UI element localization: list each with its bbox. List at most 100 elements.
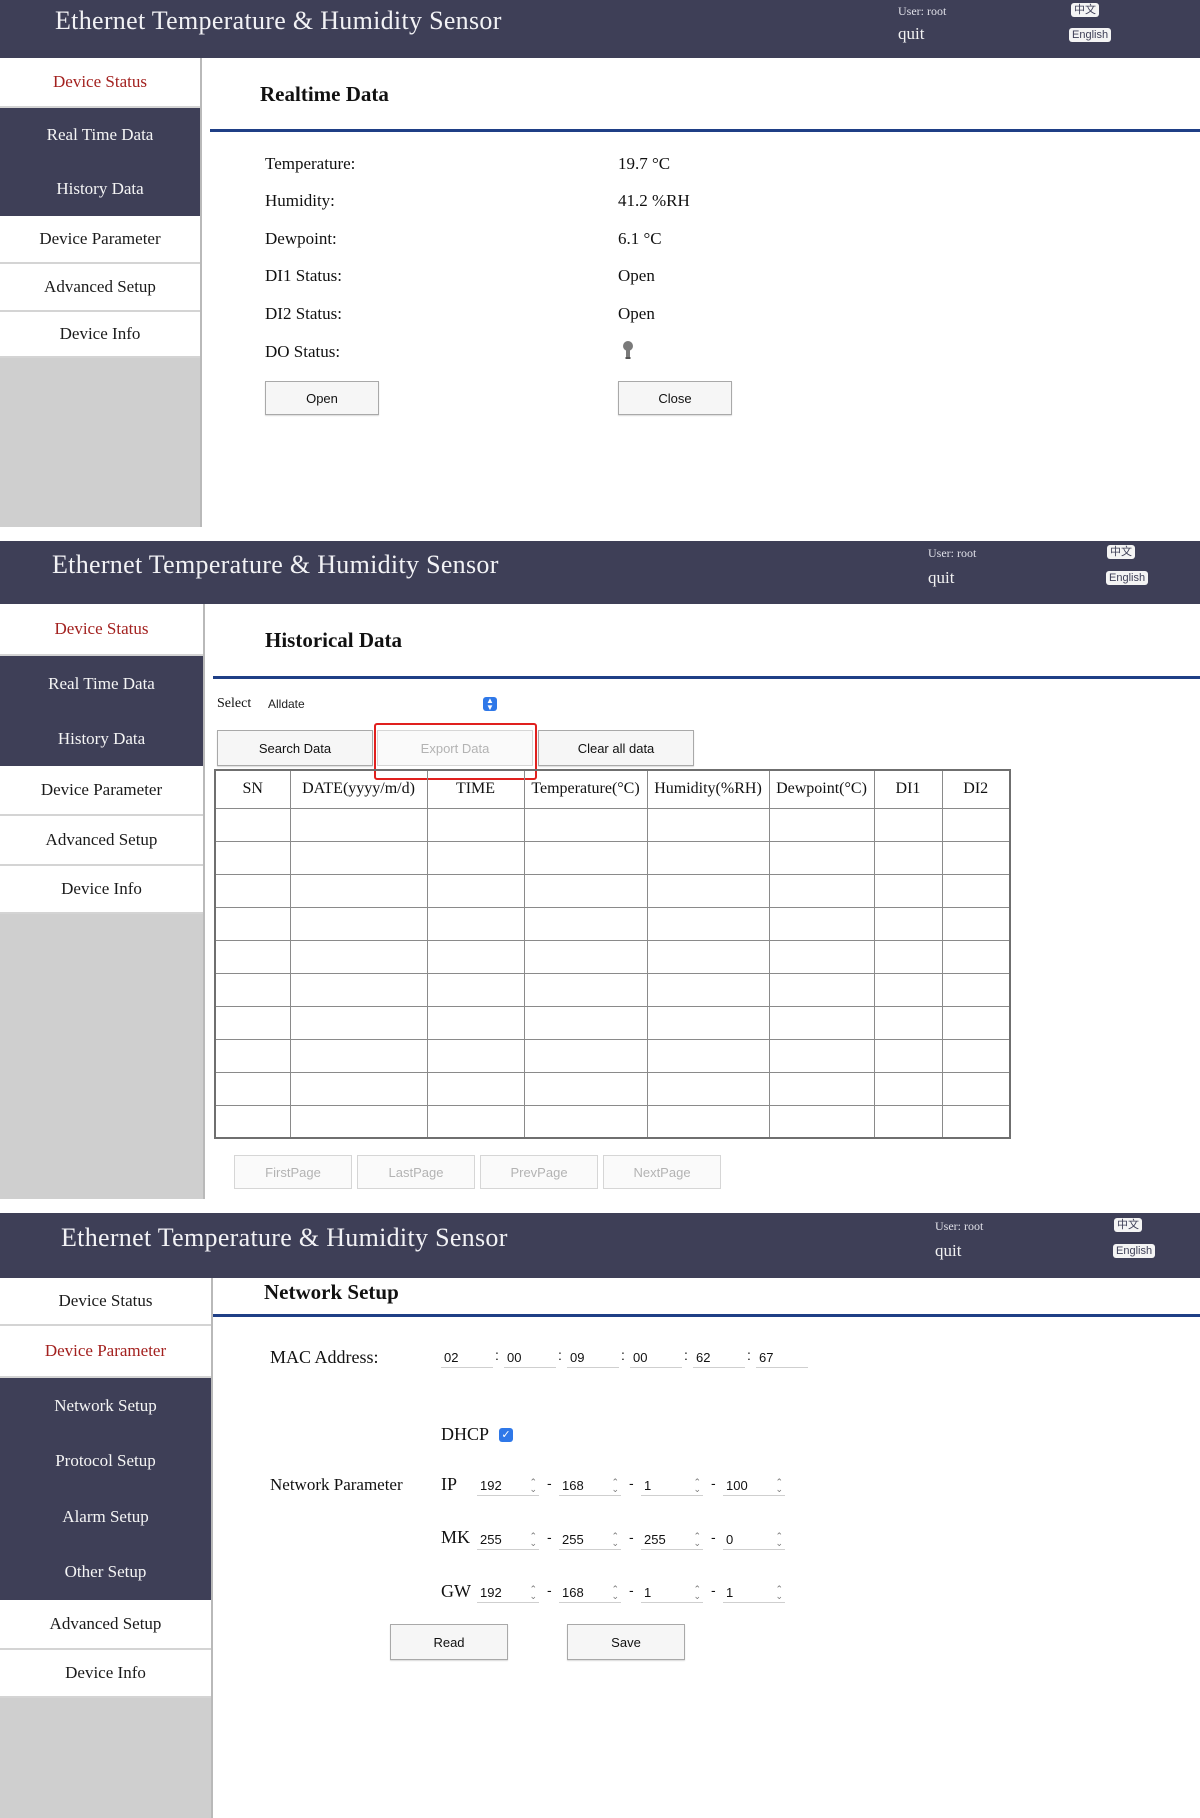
- panel-divider: [0, 1199, 1200, 1213]
- mk-octet-1[interactable]: 255 ⌃ ⌄: [477, 1530, 539, 1550]
- dhcp-checkbox[interactable]: ✓: [499, 1428, 513, 1442]
- history-table-body: [214, 807, 1011, 1139]
- nav-real-time-data[interactable]: Real Time Data: [0, 108, 200, 162]
- do-status-label: DO Status:: [265, 342, 341, 361]
- app-header: Ethernet Temperature & Humidity Sensor U…: [0, 0, 1200, 58]
- nav-device-parameter[interactable]: Device Parameter: [0, 216, 200, 264]
- nav-device-parameter[interactable]: Device Parameter: [0, 1326, 211, 1378]
- ip-octet-1[interactable]: 192 ⌃ ⌄: [477, 1476, 539, 1496]
- app-header: Ethernet Temperature & Humidity Sensor U…: [0, 541, 1200, 604]
- nav-protocol-setup[interactable]: Protocol Setup: [0, 1433, 211, 1489]
- close-button[interactable]: Close: [618, 381, 732, 415]
- nav-alarm-setup[interactable]: Alarm Setup: [0, 1489, 211, 1544]
- last-page-button[interactable]: LastPage: [357, 1155, 475, 1189]
- first-page-button[interactable]: FirstPage: [234, 1155, 352, 1189]
- col-humidity: Humidity(%RH): [646, 769, 770, 809]
- nav-history-data[interactable]: History Data: [0, 711, 203, 766]
- open-button[interactable]: Open: [265, 381, 379, 415]
- ip-octet-3[interactable]: 1 ⌃ ⌄: [641, 1476, 703, 1496]
- table-row: [214, 1038, 1011, 1073]
- gw-separator: -: [629, 1582, 634, 1598]
- date-select[interactable]: Alldate ▲ ▼: [265, 695, 501, 715]
- table-row: [214, 1104, 1011, 1139]
- mac-octet-5[interactable]: 62: [693, 1348, 745, 1368]
- next-page-button[interactable]: NextPage: [603, 1155, 721, 1189]
- gw-octet-3[interactable]: 1 ⌃ ⌄: [641, 1583, 703, 1603]
- nav-real-time-data[interactable]: Real Time Data: [0, 656, 203, 711]
- nav-device-parameter[interactable]: Device Parameter: [0, 766, 203, 816]
- clear-all-data-button[interactable]: Clear all data: [538, 730, 694, 766]
- nav-device-info[interactable]: Device Info: [0, 312, 200, 358]
- nav-advanced-setup[interactable]: Advanced Setup: [0, 264, 200, 312]
- gw-octet-1[interactable]: 192 ⌃ ⌄: [477, 1583, 539, 1603]
- panel-divider: [0, 527, 1200, 541]
- quit-link[interactable]: quit: [928, 568, 954, 588]
- ip-octet-2-value: 168: [562, 1478, 584, 1493]
- lang-chinese-button[interactable]: 中文: [1071, 3, 1099, 17]
- table-row: [214, 939, 1011, 974]
- gw-octet-2-value: 168: [562, 1585, 584, 1600]
- search-data-button[interactable]: Search Data: [217, 730, 373, 766]
- app-title: Ethernet Temperature & Humidity Sensor: [52, 550, 499, 579]
- quit-link[interactable]: quit: [935, 1241, 961, 1261]
- table-row: [214, 873, 1011, 908]
- mac-octet-3[interactable]: 09: [567, 1348, 619, 1368]
- di2-status-label: DI2 Status:: [265, 304, 342, 323]
- ip-octet-4[interactable]: 100 ⌃ ⌄: [723, 1476, 785, 1496]
- lang-english-button[interactable]: English: [1106, 571, 1149, 585]
- nav-device-status[interactable]: Device Status: [0, 58, 200, 108]
- nav-device-info[interactable]: Device Info: [0, 1650, 211, 1698]
- col-sn: SN: [214, 769, 291, 809]
- mac-separator: :: [747, 1347, 751, 1363]
- nav-advanced-setup[interactable]: Advanced Setup: [0, 1600, 211, 1650]
- mac-address-label: MAC Address:: [270, 1347, 379, 1367]
- gw-octet-3-value: 1: [644, 1585, 652, 1600]
- ip-label: IP: [441, 1474, 458, 1494]
- gw-octet-4-value: 1: [726, 1585, 734, 1600]
- temperature-label: Temperature:: [265, 154, 356, 173]
- user-label: User: root: [935, 1219, 984, 1233]
- mk-octet-4[interactable]: 0 ⌃ ⌄: [723, 1530, 785, 1550]
- stepper-icon: ⌃ ⌄: [611, 1531, 619, 1548]
- mac-separator: :: [558, 1347, 562, 1363]
- nav-device-status[interactable]: Device Status: [0, 1278, 211, 1326]
- ip-octet-2[interactable]: 168 ⌃ ⌄: [559, 1476, 621, 1496]
- read-button[interactable]: Read: [390, 1624, 508, 1660]
- mac-octet-6[interactable]: 67: [756, 1348, 808, 1368]
- lang-chinese-button[interactable]: 中文: [1114, 1218, 1142, 1232]
- mac-octet-1[interactable]: 02: [441, 1348, 493, 1368]
- ip-separator: -: [629, 1475, 634, 1491]
- lang-english-button[interactable]: English: [1113, 1244, 1156, 1258]
- humidity-label: Humidity:: [265, 191, 335, 210]
- section-rule: [210, 129, 1200, 132]
- nav-advanced-setup[interactable]: Advanced Setup: [0, 816, 203, 866]
- save-button[interactable]: Save: [567, 1624, 685, 1660]
- lang-chinese-button[interactable]: 中文: [1107, 545, 1135, 559]
- col-date: DATE(yyyy/m/d): [289, 769, 428, 809]
- mk-octet-2[interactable]: 255 ⌃ ⌄: [559, 1530, 621, 1550]
- col-dewpoint: Dewpoint(°C): [768, 769, 875, 809]
- table-row: [214, 840, 1011, 875]
- nav-other-setup[interactable]: Other Setup: [0, 1544, 211, 1600]
- prev-page-button[interactable]: PrevPage: [480, 1155, 598, 1189]
- lang-english-button[interactable]: English: [1069, 28, 1112, 42]
- mac-octet-2[interactable]: 00: [504, 1348, 556, 1368]
- nav-device-info[interactable]: Device Info: [0, 866, 203, 914]
- stepper-icon: ⌃ ⌄: [529, 1477, 537, 1494]
- ip-octet-4-value: 100: [726, 1478, 748, 1493]
- mk-octet-3[interactable]: 255 ⌃ ⌄: [641, 1530, 703, 1550]
- nav-device-status[interactable]: Device Status: [0, 604, 203, 656]
- gw-octet-4[interactable]: 1 ⌃ ⌄: [723, 1583, 785, 1603]
- dhcp-label: DHCP: [441, 1424, 490, 1444]
- gw-octet-2[interactable]: 168 ⌃ ⌄: [559, 1583, 621, 1603]
- mk-octet-4-value: 0: [726, 1532, 734, 1547]
- nav-history-data[interactable]: History Data: [0, 162, 200, 216]
- chevron-updown-icon: ▲ ▼: [483, 697, 497, 712]
- table-header-row: SN DATE(yyyy/m/d) TIME Temperature(°C) H…: [214, 769, 1011, 809]
- quit-link[interactable]: quit: [898, 24, 924, 44]
- nav-network-setup[interactable]: Network Setup: [0, 1378, 211, 1433]
- stepper-icon: ⌃ ⌄: [775, 1477, 783, 1494]
- mac-octet-4[interactable]: 00: [630, 1348, 682, 1368]
- app-header: Ethernet Temperature & Humidity Sensor U…: [0, 1213, 1200, 1278]
- stepper-icon: ⌃ ⌄: [775, 1531, 783, 1548]
